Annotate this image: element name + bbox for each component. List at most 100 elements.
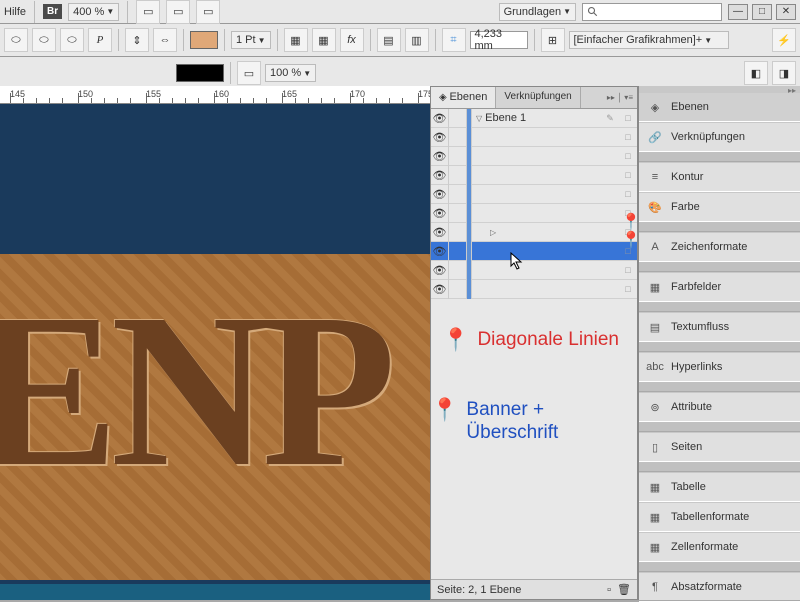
layer-row[interactable]: 👁□ — [431, 261, 637, 280]
menu-help[interactable]: Hilfe — [4, 6, 26, 18]
panel-item-char[interactable]: A Zeichenformate — [639, 232, 800, 262]
char-icon: A — [647, 239, 663, 255]
visibility-icon[interactable]: 👁 — [431, 166, 449, 185]
tool-icon[interactable]: ◨ — [772, 61, 796, 85]
fx-icon[interactable]: ▦ — [284, 28, 308, 52]
visibility-icon[interactable]: 👁 — [431, 261, 449, 280]
maximize-button[interactable]: □ — [752, 4, 772, 20]
search-icon — [587, 6, 599, 18]
panel-item-wrap[interactable]: ▤Textumfluss — [639, 312, 800, 342]
tool-icon[interactable]: ⬭ — [4, 28, 28, 52]
panel-item-hyper[interactable]: abcHyperlinks — [639, 352, 800, 382]
lock-toggle[interactable] — [449, 280, 467, 299]
visibility-icon[interactable]: 👁 — [431, 128, 449, 147]
cfmt-icon: ▦ — [647, 539, 663, 555]
fill-swatch[interactable] — [190, 31, 218, 49]
visibility-icon[interactable]: 👁 — [431, 204, 449, 223]
menu-bar: Hilfe Br 400 %▼ ▭ ▭ ▭ Grundlagen▼ — □ ✕ — [0, 0, 800, 24]
align-icon[interactable]: ▤ — [377, 28, 401, 52]
visibility-icon[interactable]: 👁 — [431, 109, 449, 128]
opacity-dropdown[interactable]: 100 %▼ — [265, 64, 316, 82]
lock-toggle[interactable] — [449, 223, 467, 242]
align-icon[interactable]: ▥ — [405, 28, 429, 52]
lock-toggle[interactable] — [449, 204, 467, 223]
document-canvas[interactable]: ENP — [0, 104, 430, 600]
stroke-swatch[interactable] — [176, 64, 224, 82]
color-icon: 🎨 — [647, 199, 663, 215]
panel-item-cfmt[interactable]: ▦Zellenformate — [639, 532, 800, 562]
visibility-icon[interactable]: 👁 — [431, 223, 449, 242]
lock-toggle[interactable] — [449, 109, 467, 128]
layer-row[interactable]: 👁□ — [431, 242, 637, 261]
tool-icon[interactable]: ⬭ — [60, 28, 84, 52]
visibility-icon[interactable]: 👁 — [431, 242, 449, 261]
lock-toggle[interactable] — [449, 128, 467, 147]
panel-item-table[interactable]: ▦Tabelle — [639, 472, 800, 502]
tool-icon[interactable]: ▭ — [237, 61, 261, 85]
visibility-icon[interactable]: 👁 — [431, 185, 449, 204]
panel-item-pages[interactable]: ▯Seiten — [639, 432, 800, 462]
layer-row[interactable]: 👁□ — [431, 185, 637, 204]
panel-label: Kontur — [671, 171, 703, 183]
panel-item-attr[interactable]: ⊚Attribute — [639, 392, 800, 422]
panel-label: Hyperlinks — [671, 361, 722, 373]
fx-icon[interactable]: fx — [340, 28, 364, 52]
measure-input[interactable]: 4,233 mm — [470, 31, 528, 49]
attr-icon: ⊚ — [647, 399, 663, 415]
panel-label: Textumfluss — [671, 321, 729, 333]
expand-icon[interactable]: ▷ — [490, 228, 496, 237]
layer-row[interactable]: 👁□ — [431, 280, 637, 299]
visibility-icon[interactable]: 👁 — [431, 280, 449, 299]
tab-layers[interactable]: ◈ Ebenen — [431, 87, 496, 108]
close-button[interactable]: ✕ — [776, 4, 796, 20]
bridge-badge[interactable]: Br — [43, 4, 62, 19]
lock-toggle[interactable] — [449, 166, 467, 185]
workspace-dropdown[interactable]: Grundlagen▼ — [499, 3, 576, 21]
tool-icon[interactable]: ⇔ — [153, 28, 177, 52]
bolt-icon[interactable]: ⚡ — [772, 28, 796, 52]
blue-banner — [0, 104, 430, 254]
tab-links[interactable]: Verknüpfungen — [496, 87, 580, 108]
lock-toggle[interactable] — [449, 185, 467, 204]
delete-layer-icon[interactable]: 🗑 — [617, 583, 631, 596]
panel-item-color[interactable]: 🎨Farbe — [639, 192, 800, 222]
arrange-icon[interactable]: ▭ — [196, 0, 220, 24]
screen-mode-icon[interactable]: ▭ — [166, 0, 190, 24]
lock-toggle[interactable] — [449, 147, 467, 166]
panel-item-stroke[interactable]: ≡Kontur — [639, 162, 800, 192]
panel-label: Zeichenformate — [671, 241, 747, 253]
panel-item-link[interactable]: 🔗Verknüpfungen — [639, 122, 800, 152]
panel-item-tfmt[interactable]: ▦Tabellenformate — [639, 502, 800, 532]
minimize-button[interactable]: — — [728, 4, 748, 20]
tool-icon[interactable]: ⬭ — [32, 28, 56, 52]
annotation-blue: 📍 Banner + Überschrift — [431, 399, 617, 445]
layer-row[interactable]: 👁▷□ — [431, 223, 637, 242]
panel-item-swatch[interactable]: ▦Farbfelder — [639, 272, 800, 302]
view-mode-icon[interactable]: ▭ — [136, 0, 160, 24]
zoom-dropdown[interactable]: 400 %▼ — [68, 3, 119, 21]
expand-icon[interactable]: ▽ — [476, 114, 482, 123]
search-input[interactable] — [582, 3, 722, 21]
frame-style-dropdown[interactable]: [Einfacher Grafikrahmen]+▼ — [569, 31, 729, 49]
tool-icon[interactable]: ⇕ — [125, 28, 149, 52]
layer-row[interactable]: 👁□ — [431, 204, 637, 223]
panel-item-layers[interactable]: ◈Ebenen — [639, 92, 800, 122]
link-icon: 🔗 — [647, 129, 663, 145]
tool-p[interactable]: P — [88, 28, 112, 52]
frame-icon[interactable]: ⊞ — [541, 28, 565, 52]
layer-row[interactable]: 👁□ — [431, 128, 637, 147]
layer-row[interactable]: 👁□ — [431, 166, 637, 185]
visibility-icon[interactable]: 👁 — [431, 147, 449, 166]
lock-toggle[interactable] — [449, 242, 467, 261]
panel-menu-icon[interactable]: ▸▸ │ ▾≡ — [603, 87, 637, 108]
crop-icon[interactable]: ⌗ — [442, 28, 466, 52]
stroke-weight[interactable]: 1 Pt▼ — [231, 31, 271, 49]
fx-icon[interactable]: ▦ — [312, 28, 336, 52]
layer-row-root[interactable]: 👁 ▽Ebene 1 ✎ □ — [431, 109, 637, 128]
layer-row[interactable]: 👁□ — [431, 147, 637, 166]
panel-item-para[interactable]: ¶Absatzformate — [639, 572, 800, 602]
new-layer-icon[interactable]: ▫ — [607, 584, 611, 596]
pages-icon: ▯ — [647, 439, 663, 455]
lock-toggle[interactable] — [449, 261, 467, 280]
tool-icon[interactable]: ◧ — [744, 61, 768, 85]
